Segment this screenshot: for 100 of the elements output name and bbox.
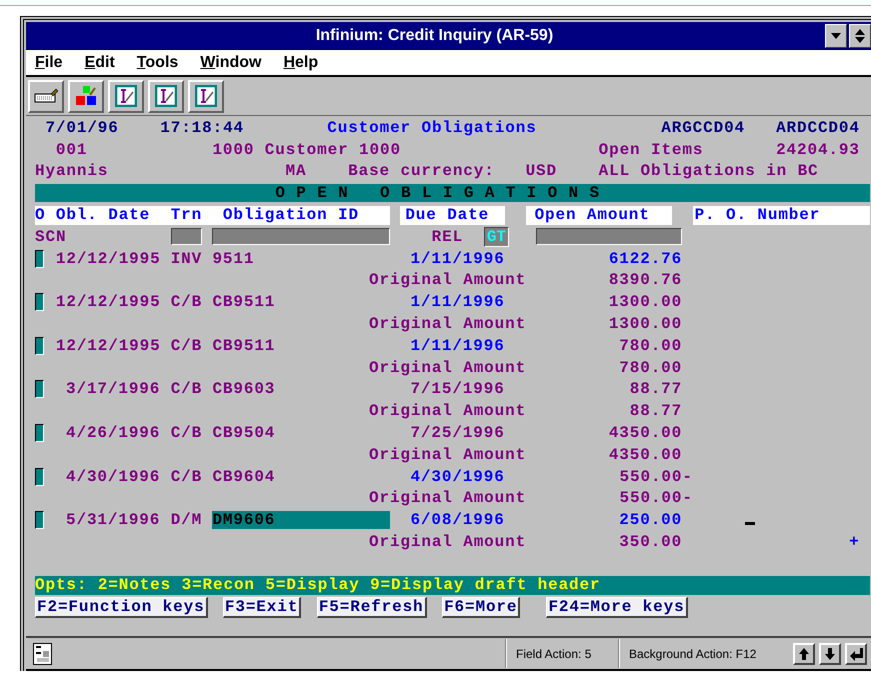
original-amount: 780.00 [618, 358, 682, 377]
menu-item[interactable]: Edit [84, 54, 115, 72]
option-field[interactable] [35, 336, 44, 355]
obligation-date: 3/17/1996 [65, 380, 160, 398]
option-field[interactable] [35, 511, 44, 530]
original-amount: 8390.76 [608, 271, 682, 290]
obligation-id: CB9504 [212, 424, 276, 442]
due-date: 4/30/1996 [409, 468, 505, 486]
screen-time: 17:18:44 [160, 118, 244, 137]
obligation-date: 12/12/1995 [56, 336, 160, 355]
keyboard-button[interactable] [28, 80, 64, 112]
keyboard-icon [34, 88, 58, 104]
edit-button[interactable] [108, 80, 144, 112]
edit-button[interactable] [148, 80, 184, 112]
filter-field[interactable] [536, 228, 682, 246]
original-amount-label: Original Amount [369, 446, 526, 464]
triangle-down-icon [831, 32, 841, 38]
column-header: Open Amount [526, 206, 672, 225]
arrow-up-icon [797, 646, 811, 660]
edit-document-icon [195, 85, 217, 107]
edit-document-icon [115, 85, 137, 107]
column-header: Obl. Date [56, 206, 171, 225]
obligation-id: CB9604 [212, 468, 276, 486]
option-field[interactable] [35, 468, 44, 486]
customer-city: Hyannis [35, 162, 108, 180]
transaction-type: INV [170, 250, 202, 268]
open-amount: 4350.00 [608, 424, 682, 442]
obligation-id-field[interactable]: DM9606 [212, 511, 390, 530]
column-header: Trn [170, 206, 223, 225]
menu-item[interactable]: Tools [136, 54, 178, 72]
screen-date: 7/01/96 [45, 118, 118, 137]
function-key-button[interactable]: F5=Refresh [316, 596, 427, 618]
column-header: P. O. Number [692, 206, 870, 225]
function-key-button[interactable]: F24=More keys [546, 596, 688, 618]
menu-item[interactable]: Help [283, 54, 318, 72]
obligation-id: CB9511 [212, 336, 276, 355]
function-key-button[interactable]: F2=Function keys [35, 596, 208, 618]
due-date: 7/25/1996 [409, 424, 505, 442]
open-items-label: Open Items [598, 140, 703, 159]
option-field[interactable] [35, 380, 44, 398]
obligation-date: 12/12/1995 [56, 250, 160, 268]
currency-label: Base currency: [348, 162, 494, 180]
obligation-date: 4/30/1996 [65, 468, 160, 486]
filter-field[interactable] [212, 228, 390, 246]
filter-field[interactable] [170, 228, 202, 246]
open-amount: 780.00 [618, 336, 682, 355]
obligation-date: 12/12/1995 [56, 293, 160, 312]
open-amount: 6122.76 [608, 250, 682, 268]
open-amount: 550.00- [618, 468, 693, 486]
open-amount: 88.77 [628, 380, 682, 398]
colored-blocks-button[interactable] [68, 80, 104, 112]
transaction-type: C/B [170, 293, 202, 312]
function-key-button[interactable]: F3=Exit [222, 596, 302, 618]
menu-item[interactable]: Window [200, 54, 262, 72]
scan-label: SCN [35, 228, 66, 246]
transaction-type: C/B [170, 380, 202, 398]
transaction-type: C/B [170, 336, 202, 355]
original-amount-label: Original Amount [369, 315, 526, 334]
obligation-date: 4/26/1996 [65, 424, 160, 442]
currency-value: USD [526, 162, 557, 180]
scroll-down-button[interactable] [819, 642, 841, 664]
scroll-up-button[interactable] [793, 642, 815, 664]
minimize-button[interactable] [825, 24, 847, 48]
edit-button[interactable] [188, 80, 224, 112]
colored-blocks-icon [75, 85, 97, 107]
arrow-down-icon [823, 646, 837, 660]
original-amount: 350.00 [618, 533, 682, 552]
field-action-status: Field Action: 5 [505, 639, 618, 668]
obligation-id: CB9511 [212, 293, 276, 312]
obligations-scope: ALL Obligations in BC [598, 162, 818, 180]
option-field[interactable] [35, 293, 44, 312]
display-id: ARDCCD04 [776, 118, 860, 137]
enter-arrow-icon [849, 646, 863, 660]
open-items-total: 24204.93 [776, 140, 860, 159]
function-key-button[interactable]: F6=More [442, 596, 520, 618]
original-amount: 1300.00 [608, 315, 682, 334]
menu-item[interactable]: File [35, 54, 63, 72]
original-amount: 550.00- [618, 489, 693, 508]
due-date: 1/11/1996 [409, 336, 505, 355]
due-date: 1/11/1996 [409, 250, 505, 268]
option-field[interactable] [35, 424, 44, 442]
transaction-type: C/B [170, 468, 202, 486]
due-date: 7/15/1996 [409, 380, 505, 398]
restore-button[interactable] [849, 24, 871, 48]
option-field[interactable] [35, 250, 44, 268]
window-title: Infinium: Credit Inquiry (AR-59) [314, 26, 554, 44]
section-banner: O P E N O B L I G A T I O N S [35, 184, 870, 202]
original-amount: 4350.00 [608, 446, 682, 464]
enter-button[interactable] [845, 642, 867, 664]
due-date: 1/11/1996 [409, 293, 505, 312]
transaction-type: D/M [170, 511, 202, 530]
document-icon [33, 642, 52, 664]
obligation-id: 9511 [212, 250, 254, 268]
company-number: 001 [56, 140, 88, 159]
edit-document-icon [155, 85, 177, 107]
obligation-id: CB9603 [212, 380, 276, 398]
open-amount: 1300.00 [608, 293, 682, 312]
open-amount: 250.00 [618, 511, 682, 530]
column-header: Due Date [400, 206, 505, 225]
program-id: ARGCCD04 [661, 118, 745, 137]
